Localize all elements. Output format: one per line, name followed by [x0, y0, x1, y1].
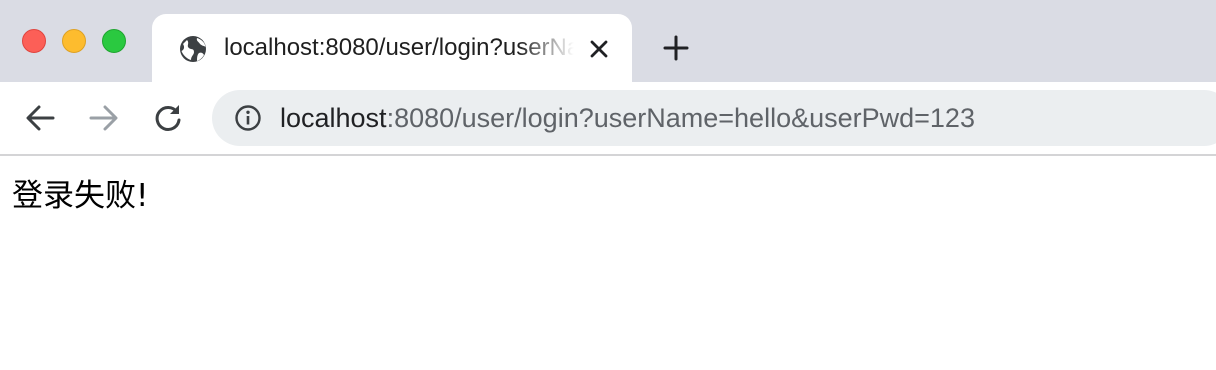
forward-arrow-icon[interactable]	[86, 100, 122, 136]
reload-icon[interactable]	[150, 100, 186, 136]
active-tab[interactable]: localhost:8080/user/login?userName=hello…	[152, 14, 632, 82]
page-content: 登录失败!	[0, 156, 1216, 370]
globe-icon	[180, 36, 206, 62]
info-icon[interactable]	[234, 104, 262, 132]
address-bar-url[interactable]: localhost:8080/user/login?userName=hello…	[280, 90, 975, 146]
window-zoom-button[interactable]	[102, 29, 126, 53]
tab-title: localhost:8080/user/login?userName=hello…	[224, 34, 574, 61]
url-path: :8080/user/login?userName=hello&userPwd=…	[386, 103, 975, 133]
login-failed-message: 登录失败!	[12, 178, 149, 214]
close-icon[interactable]	[586, 36, 612, 62]
back-arrow-icon[interactable]	[22, 100, 58, 136]
browser-toolbar: localhost:8080/user/login?userName=hello…	[0, 82, 1216, 156]
plus-icon[interactable]	[660, 32, 692, 64]
window-close-button[interactable]	[22, 29, 46, 53]
window-minimize-button[interactable]	[62, 29, 86, 53]
url-host: localhost	[280, 103, 387, 133]
tab-strip: localhost:8080/user/login?userName=hello…	[0, 0, 1216, 82]
address-bar[interactable]: localhost:8080/user/login?userName=hello…	[212, 90, 1216, 146]
